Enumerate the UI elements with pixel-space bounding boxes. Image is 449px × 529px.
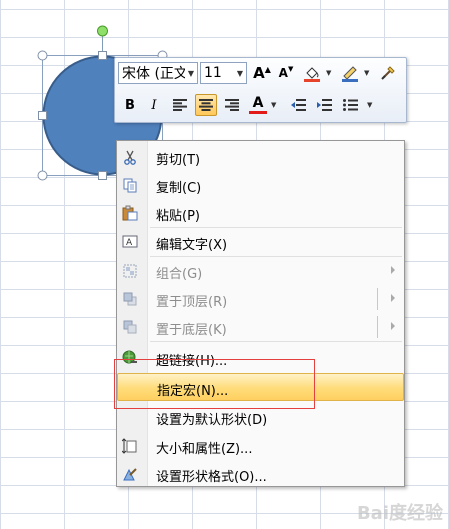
decrease-indent-button[interactable]	[287, 94, 309, 116]
shrink-font-button[interactable]: A ▼	[275, 62, 297, 84]
bullets-button[interactable]	[339, 94, 361, 116]
send-to-back-icon	[123, 320, 137, 334]
highlight-annotation-box	[114, 359, 315, 409]
grow-font-button[interactable]: A ▲	[251, 62, 273, 84]
resize-handle-bottom-left[interactable]	[37, 170, 48, 181]
submenu-arrow-icon[interactable]	[391, 322, 395, 330]
chevron-down-icon[interactable]: ▼	[271, 101, 276, 109]
menu-item-label: 剪切(T)	[156, 153, 201, 168]
pen-icon	[342, 66, 358, 82]
menu-item-label: 设置为默认形状(D)	[156, 413, 268, 428]
increase-indent-icon	[316, 99, 332, 111]
font-color-icon: A	[252, 95, 264, 111]
scissors-icon	[124, 150, 136, 165]
menu-item-cut[interactable]: 剪切(T)	[117, 143, 404, 171]
align-center-button[interactable]	[195, 94, 217, 116]
align-left-icon	[173, 99, 187, 111]
resize-handle-top[interactable]	[98, 51, 107, 60]
chevron-down-icon[interactable]: ▼	[234, 69, 246, 78]
decrease-indent-icon	[290, 99, 306, 111]
chevron-down-icon[interactable]: ▼	[326, 69, 331, 77]
menu-item-size-properties[interactable]: 大小和属性(Z)...	[117, 432, 404, 460]
shrink-font-icon: A	[278, 66, 288, 80]
copy-icon	[123, 178, 137, 193]
format-shape-icon	[123, 468, 137, 481]
context-menu: 剪切(T) 复制(C) 粘贴(P) A 编辑文字(X) 组合(G) 置于顶层(R…	[116, 140, 405, 487]
chevron-down-icon[interactable]: ▼	[364, 69, 369, 77]
paint-bucket-icon	[304, 67, 320, 82]
brush-icon	[381, 66, 395, 80]
bring-to-front-icon	[123, 292, 137, 306]
font-size-combo[interactable]: 11 ▼	[200, 62, 247, 84]
submenu-arrow-icon	[391, 266, 395, 274]
menu-item-format-shape[interactable]: 设置形状格式(O)...	[117, 460, 404, 488]
menu-item-label: 组合(G)	[156, 267, 203, 282]
paste-icon	[122, 205, 138, 221]
group-icon	[123, 264, 137, 278]
menu-item-label: 设置形状格式(O)...	[156, 470, 267, 485]
bold-button[interactable]: B	[119, 94, 141, 116]
menu-item-label: 置于顶层(R)	[156, 295, 228, 310]
menu-item-edit-text[interactable]: A 编辑文字(X)	[117, 228, 404, 256]
italic-button[interactable]: I	[143, 94, 165, 116]
increase-indent-button[interactable]	[313, 94, 335, 116]
mini-toolbar: 宋体 (正文 ▼ 11 ▼ A ▲ A ▼ ▼ ▼ B I A ▼ ▼	[114, 57, 407, 123]
align-left-button[interactable]	[169, 94, 191, 116]
menu-item-label: 粘贴(P)	[156, 209, 200, 224]
fill-color-button[interactable]	[301, 62, 323, 84]
menu-item-group[interactable]: 组合(G)	[117, 257, 404, 285]
menu-item-bring-to-front[interactable]: 置于顶层(R)	[117, 285, 404, 313]
resize-handle-left[interactable]	[38, 111, 47, 120]
grow-font-icon: A	[253, 64, 265, 82]
menu-item-label: 大小和属性(Z)...	[156, 442, 253, 457]
menu-item-copy[interactable]: 复制(C)	[117, 171, 404, 199]
menu-item-paste[interactable]: 粘贴(P)	[117, 199, 404, 227]
rotation-handle[interactable]	[97, 25, 108, 37]
submenu-arrow-icon[interactable]	[391, 294, 395, 302]
line-color-button[interactable]	[339, 62, 361, 84]
bullet-list-icon	[342, 99, 358, 111]
align-right-button[interactable]	[221, 94, 243, 116]
resize-handle-top-left[interactable]	[37, 50, 48, 61]
resize-handle-bottom[interactable]	[98, 171, 107, 180]
svg-text:A: A	[126, 238, 133, 248]
menu-item-label: 复制(C)	[156, 181, 202, 196]
font-name-combo[interactable]: 宋体 (正文 ▼	[118, 62, 198, 84]
menu-item-label: 置于底层(K)	[156, 323, 227, 338]
menu-separator	[150, 341, 402, 342]
font-color-button[interactable]: A	[247, 94, 269, 116]
menu-item-send-to-back[interactable]: 置于底层(K)	[117, 313, 404, 341]
align-center-icon	[199, 99, 213, 111]
chevron-down-icon[interactable]: ▼	[367, 101, 372, 109]
watermark-text: Bai度经验	[356, 503, 443, 524]
format-painter-button[interactable]	[377, 62, 399, 84]
font-name-value: 宋体 (正文	[122, 66, 185, 82]
chevron-down-icon[interactable]: ▼	[185, 69, 197, 78]
menu-item-label: 编辑文字(X)	[156, 238, 228, 253]
font-size-value: 11	[204, 65, 222, 81]
align-right-icon	[225, 99, 239, 111]
size-icon	[122, 438, 137, 454]
edit-text-icon: A	[122, 235, 138, 248]
